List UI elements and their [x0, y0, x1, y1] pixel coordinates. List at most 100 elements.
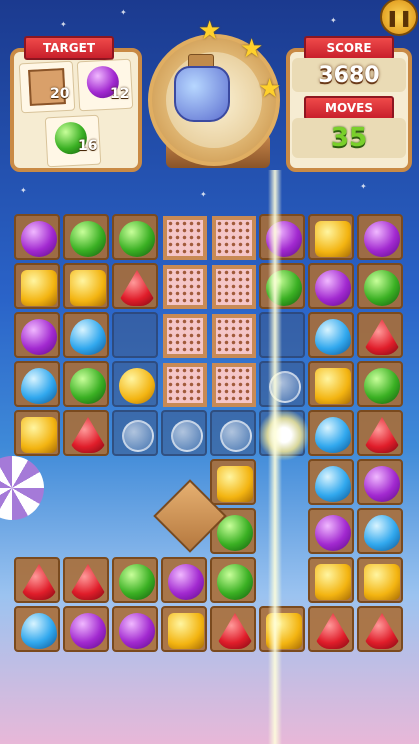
yellow-candy[interactable]	[364, 564, 400, 600]
wrapped-candy[interactable]	[119, 368, 155, 404]
yellow-candy[interactable]	[315, 564, 351, 600]
cracker-block[interactable]	[212, 216, 256, 260]
board-cell[interactable]	[308, 557, 354, 603]
purple-candy[interactable]	[364, 221, 400, 257]
green-candy[interactable]	[119, 221, 155, 257]
cracker-block[interactable]	[163, 363, 207, 407]
blue-candy[interactable]	[315, 417, 351, 453]
purple-candy[interactable]	[168, 564, 204, 600]
board-cell[interactable]	[259, 361, 305, 407]
board-cell[interactable]	[308, 410, 354, 456]
purple-candy[interactable]	[21, 221, 57, 257]
green-candy[interactable]	[364, 270, 400, 306]
yellow-candy[interactable]	[315, 368, 351, 404]
board-cell[interactable]	[308, 312, 354, 358]
red-candy[interactable]	[315, 613, 351, 649]
board-cell[interactable]	[357, 214, 403, 260]
board-cell[interactable]	[210, 557, 256, 603]
cracker-block[interactable]	[163, 314, 207, 358]
red-candy[interactable]	[217, 613, 253, 649]
purple-candy[interactable]	[315, 515, 351, 551]
board-cell[interactable]	[112, 214, 158, 260]
green-candy[interactable]	[364, 368, 400, 404]
board-cell[interactable]	[357, 263, 403, 309]
board-cell[interactable]	[63, 410, 109, 456]
board-cell[interactable]	[161, 606, 207, 652]
blue-candy[interactable]	[315, 319, 351, 355]
yellow-candy[interactable]	[21, 270, 57, 306]
board-cell[interactable]	[357, 361, 403, 407]
green-candy[interactable]	[217, 515, 253, 551]
board-cell[interactable]	[14, 361, 60, 407]
board-cell[interactable]	[357, 410, 403, 456]
cracker-block[interactable]	[163, 265, 207, 309]
cracker-block[interactable]	[212, 363, 256, 407]
board-cell[interactable]	[357, 557, 403, 603]
pause-button[interactable]: ❚❚	[380, 0, 418, 36]
board-cell[interactable]	[259, 606, 305, 652]
board-cell[interactable]	[63, 312, 109, 358]
board-cell[interactable]	[259, 214, 305, 260]
board-cell[interactable]	[112, 557, 158, 603]
yellow-candy[interactable]	[315, 221, 351, 257]
board-cell[interactable]	[357, 606, 403, 652]
board-cell[interactable]	[210, 410, 256, 456]
board-cell[interactable]	[63, 263, 109, 309]
blue-candy[interactable]	[315, 466, 351, 502]
board-cell[interactable]	[63, 606, 109, 652]
board-cell[interactable]	[112, 263, 158, 309]
green-candy[interactable]	[119, 564, 155, 600]
board-cell[interactable]	[210, 606, 256, 652]
cracker-block[interactable]	[163, 216, 207, 260]
board-cell[interactable]	[308, 459, 354, 505]
red-candy[interactable]	[21, 564, 57, 600]
blue-candy[interactable]	[70, 319, 106, 355]
board-cell[interactable]	[112, 410, 158, 456]
board-cell[interactable]	[14, 312, 60, 358]
board-cell[interactable]	[258, 409, 310, 461]
red-candy[interactable]	[364, 319, 400, 355]
board-cell[interactable]	[63, 557, 109, 603]
red-candy[interactable]	[364, 417, 400, 453]
board-cell[interactable]	[308, 606, 354, 652]
board-cell[interactable]	[308, 508, 354, 554]
board-cell[interactable]	[210, 459, 256, 505]
board-cell[interactable]	[161, 557, 207, 603]
board-cell[interactable]	[259, 312, 305, 358]
red-candy[interactable]	[119, 270, 155, 306]
board-cell[interactable]	[112, 606, 158, 652]
cracker-block[interactable]	[212, 314, 256, 358]
red-candy[interactable]	[364, 613, 400, 649]
board-cell[interactable]	[357, 312, 403, 358]
yellow-candy[interactable]	[21, 417, 57, 453]
green-candy[interactable]	[217, 564, 253, 600]
board-cell[interactable]	[63, 361, 109, 407]
board-cell[interactable]	[63, 214, 109, 260]
purple-candy[interactable]	[70, 613, 106, 649]
board-cell[interactable]	[161, 410, 207, 456]
purple-candy[interactable]	[119, 613, 155, 649]
board-cell[interactable]	[308, 361, 354, 407]
purple-candy[interactable]	[315, 270, 351, 306]
board-cell[interactable]	[259, 263, 305, 309]
board-cell[interactable]	[308, 263, 354, 309]
board-cell[interactable]	[14, 557, 60, 603]
blue-candy[interactable]	[364, 515, 400, 551]
board-cell[interactable]	[357, 508, 403, 554]
blue-candy[interactable]	[21, 368, 57, 404]
purple-candy[interactable]	[21, 319, 57, 355]
board-cell[interactable]	[14, 410, 60, 456]
green-candy[interactable]	[70, 368, 106, 404]
board-cell[interactable]	[14, 214, 60, 260]
yellow-candy[interactable]	[217, 466, 253, 502]
green-candy[interactable]	[70, 221, 106, 257]
yellow-candy[interactable]	[168, 613, 204, 649]
red-candy[interactable]	[70, 564, 106, 600]
board-cell[interactable]	[112, 312, 158, 358]
board-cell[interactable]	[14, 263, 60, 309]
red-candy[interactable]	[70, 417, 106, 453]
purple-candy[interactable]	[364, 466, 400, 502]
board-cell[interactable]	[357, 459, 403, 505]
board-cell[interactable]	[14, 606, 60, 652]
board-cell[interactable]	[112, 361, 158, 407]
